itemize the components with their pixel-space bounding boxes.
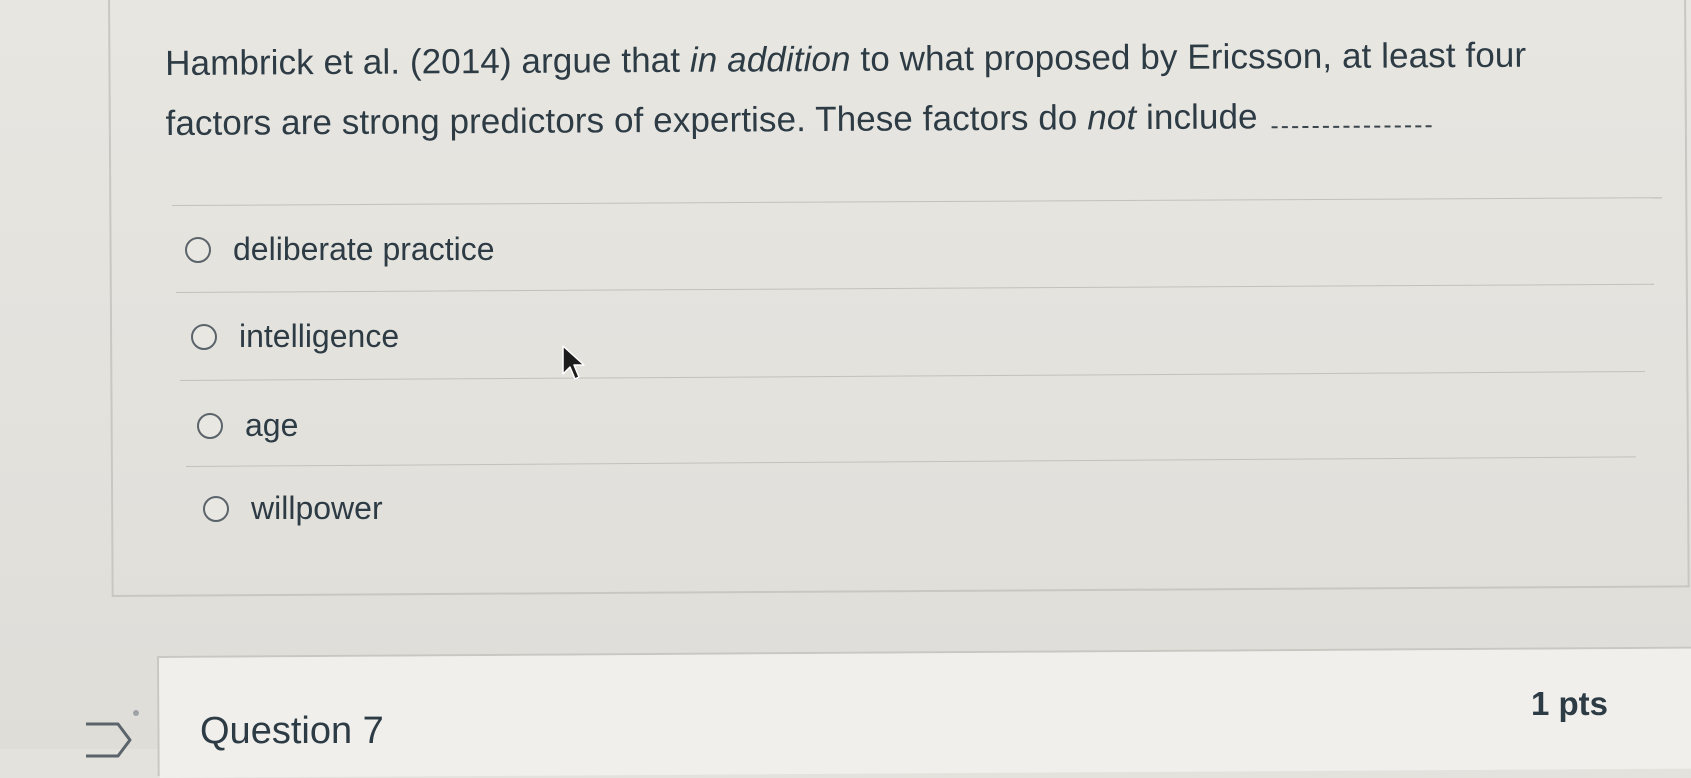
answer-option-age[interactable]: age — [197, 407, 298, 444]
next-question-points: 1 pts — [1531, 685, 1609, 722]
question-text-part3: include — [1136, 97, 1268, 138]
question-emphasis-in-addition: in addition — [689, 39, 851, 80]
bullet-dot — [133, 710, 139, 716]
next-question-card — [157, 646, 1691, 778]
radio-button[interactable] — [185, 236, 211, 263]
radio-button[interactable] — [197, 412, 223, 439]
next-question-title: Question 7 — [200, 710, 384, 752]
mouse-pointer-icon — [562, 345, 585, 380]
answer-label: willpower — [251, 490, 383, 526]
fill-in-blank — [1271, 95, 1432, 129]
next-question-header — [159, 648, 1691, 778]
question-text-part1: Hambrick et al. (2014) argue that — [165, 40, 691, 83]
answer-option-willpower[interactable]: willpower — [203, 490, 383, 527]
radio-button[interactable] — [203, 495, 229, 522]
question-text: Hambrick et al. (2014) argue that in add… — [165, 25, 1636, 154]
answer-option-intelligence[interactable]: intelligence — [191, 318, 399, 355]
answer-option-deliberate-practice[interactable]: deliberate practice — [185, 231, 494, 268]
answer-label: intelligence — [239, 318, 400, 354]
question-emphasis-not: not — [1087, 98, 1137, 138]
answer-label: age — [245, 407, 299, 443]
answer-label: deliberate practice — [233, 231, 495, 267]
quiz-page: Hambrick et al. (2014) argue that in add… — [0, 0, 1691, 778]
radio-button[interactable] — [191, 323, 217, 350]
flag-icon[interactable] — [84, 718, 134, 758]
